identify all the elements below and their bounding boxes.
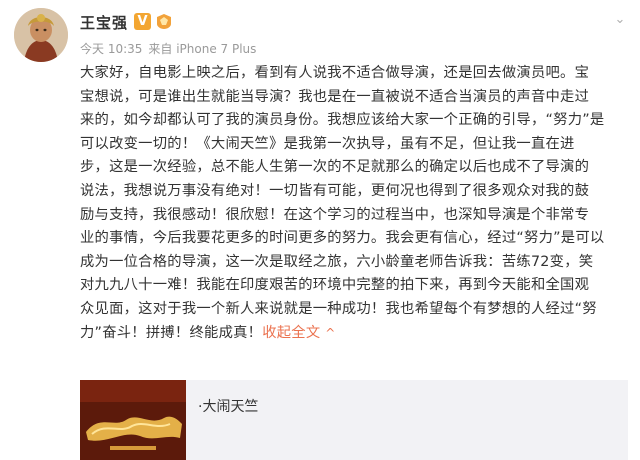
post-text-line: 可以改变一切的！《大闹天竺》是我第一次执导，虽有不足，但让我一直在进 [80, 135, 575, 152]
post-meta: 今天 10:35 来自 iPhone 7 Plus [80, 40, 262, 57]
post-text-line: 大家好，自电影上映之后，看到有人说我不适合做导演，还是回去做演员吧。宝 [80, 65, 590, 81]
collapse-full-text-link[interactable]: 收起全文 [262, 325, 320, 341]
post-text-line: 众见面，这对于我一个新人来说就是一种成功！我也希望每个有梦想的人经过“努 [80, 300, 597, 317]
post-text-line: 来的，如今却都认可了我的演员身份。我想应该给大家一个正确的引导，“努力”是 [80, 112, 605, 129]
author-name[interactable]: 王宝强 [80, 12, 128, 33]
post-text-line: 宝想说，可是谁出生就能当导演？我也是在一直被说不适合当演员的声音中走过 [80, 88, 590, 105]
post-text-line: 说法，我想说万事没有绝对！一切皆有可能，更何况也得到了很多观众对我的鼓 [80, 182, 590, 199]
v-badge-icon: V [134, 13, 151, 30]
chevron-down-icon[interactable]: ⌄ [612, 12, 628, 28]
author-avatar[interactable] [14, 8, 68, 62]
movie-poster-image [80, 380, 186, 460]
avatar-image [14, 8, 68, 62]
post-text-line: 对九九八十一难！我能在印度艰苦的环境中完整的拍下来，再到今天能和全国观 [80, 277, 590, 294]
post-source: 来自 iPhone 7 Plus [148, 42, 257, 56]
post-time[interactable]: 今天 10:35 [80, 42, 142, 56]
post-text-line: 步，这是一次经验，总不能人生第一次的不足就那么的确定以后也成不了导演的 [80, 159, 590, 176]
collapse-arrow-icon[interactable]: ^ [325, 326, 335, 340]
post-text: 大家好，自电影上映之后，看到有人说我不适合做导演，还是回去做演员吧。宝 宝想说，… [80, 62, 628, 345]
movie-poster-thumbnail [80, 380, 186, 460]
post-text-line: 励与支持，我很感动！很欣慰！在这个学习的过程当中，也深知导演是个非常专 [80, 206, 590, 223]
post-text-line: 成为一位合格的导演，这一次是取经之旅，六小龄童老师告诉我：苦练72变，笑 [80, 253, 594, 270]
movie-card-title[interactable]: ·大闹天竺 [198, 396, 258, 416]
post-text-last-line: 力”奋斗！拼搏！终能成真！收起全文 ^ [80, 322, 628, 346]
movie-card[interactable]: ·大闹天竺 [80, 380, 628, 460]
post-text-line: 业的事情，今后我要花更多的时间更多的努力。我会更有信心，经过“努力”是可以 [80, 230, 605, 247]
vip-badge-icon [157, 14, 171, 29]
post-text-tail: 力”奋斗！拼搏！终能成真！ [80, 324, 263, 341]
